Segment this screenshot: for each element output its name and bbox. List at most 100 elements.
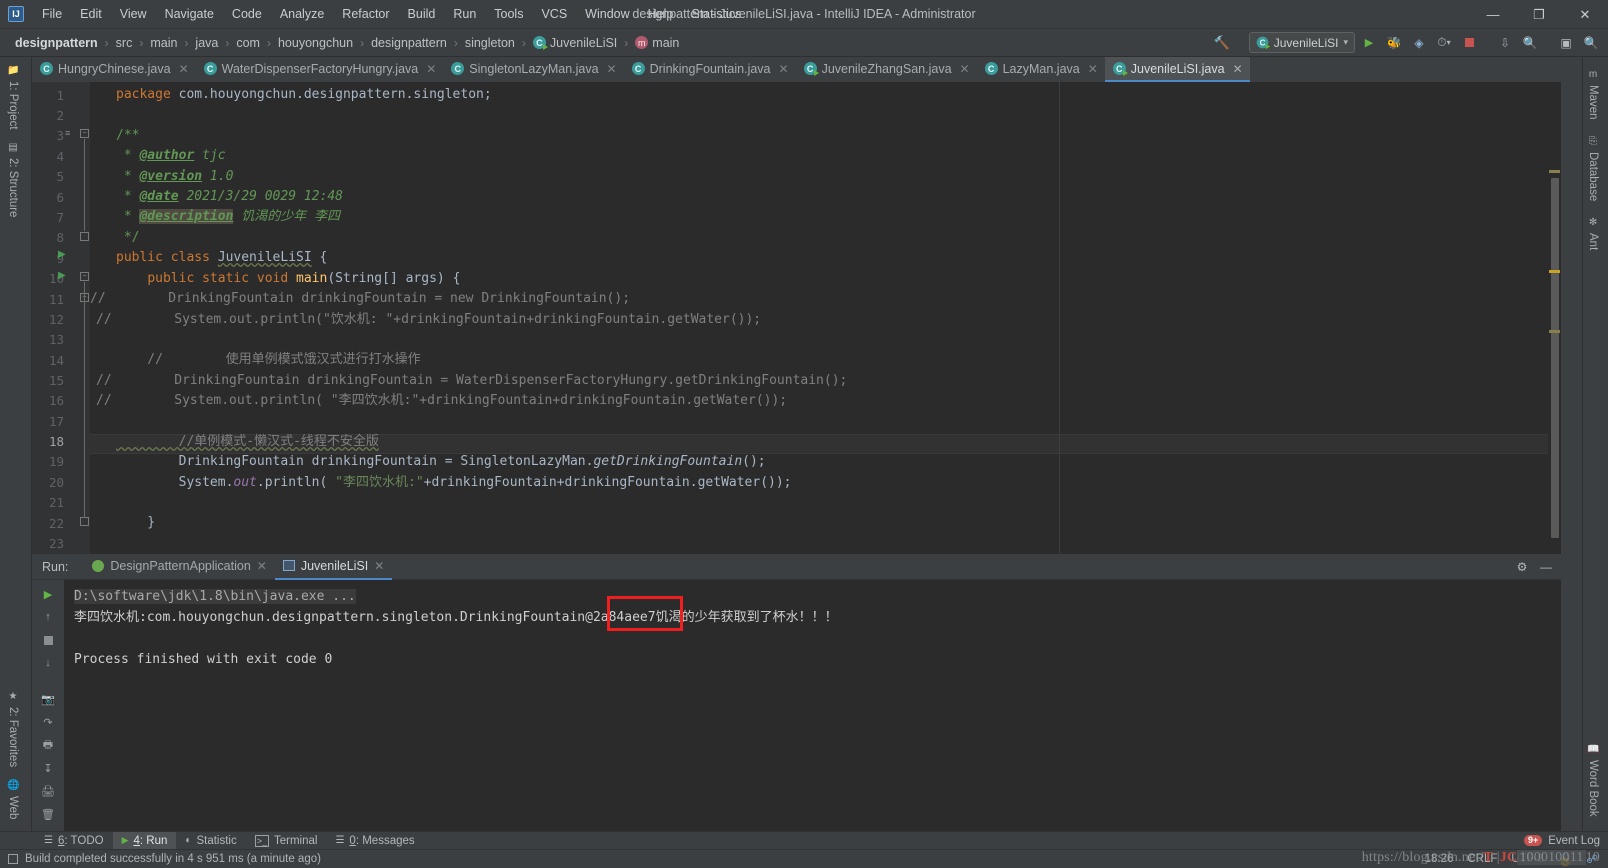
event-log-label[interactable]: Event Log xyxy=(1548,835,1600,847)
breadcrumb-designpattern[interactable]: designpattern xyxy=(12,35,101,51)
run-icon[interactable]: ▶ xyxy=(1358,32,1380,53)
close-icon[interactable]: ✕ xyxy=(1233,62,1243,76)
lock-icon[interactable]: 🔓 xyxy=(1558,852,1572,866)
editor-tab-juvenilezhangsan[interactable]: C JuvenileZhangSan.java ✕ xyxy=(796,57,977,82)
menu-window[interactable]: Window xyxy=(576,3,638,25)
menu-file[interactable]: File xyxy=(33,3,71,25)
close-icon[interactable]: ✕ xyxy=(426,62,436,76)
tab-run[interactable]: ▶ 4: Run xyxy=(112,831,177,850)
search-everywhere-icon[interactable]: 🔍 xyxy=(1519,32,1541,53)
scrollbar-thumb[interactable] xyxy=(1551,178,1559,538)
breadcrumb-designpattern-pkg[interactable]: designpattern xyxy=(368,35,450,51)
menu-code[interactable]: Code xyxy=(223,3,271,25)
sidebar-item-ant[interactable]: ✻ Ant xyxy=(1587,209,1599,258)
export-icon[interactable]: ↧ xyxy=(37,758,59,778)
editor-marker-warning[interactable] xyxy=(1549,330,1560,333)
clear-all-icon[interactable]: 🗑 xyxy=(37,804,59,824)
sidebar-item-database[interactable]: ⎘ Database xyxy=(1587,128,1599,209)
sidebar-item-maven[interactable]: m Maven xyxy=(1587,61,1599,128)
code-editor[interactable]: 1 2 3 4 5 6 7 8 9 10 11 12 13 14 15 16 1… xyxy=(32,82,1561,554)
menu-view[interactable]: View xyxy=(111,3,156,25)
close-icon[interactable]: ✕ xyxy=(960,62,970,76)
editor-tab-waterdispenserfactoryhungry[interactable]: C WaterDispenserFactoryHungry.java ✕ xyxy=(196,57,444,82)
menu-help[interactable]: Help xyxy=(639,3,683,25)
editor-tab-drinkingfountain[interactable]: C DrinkingFountain.java ✕ xyxy=(624,57,796,82)
tab-messages[interactable]: ☰ 0: Messages xyxy=(326,832,423,850)
menu-run[interactable]: Run xyxy=(444,3,485,25)
close-button[interactable]: ✕ xyxy=(1562,0,1608,29)
editor-tab-juvenilelisi[interactable]: C JuvenileLiSI.java ✕ xyxy=(1104,57,1250,82)
run-class-gutter-icon[interactable]: ▶ xyxy=(58,249,66,260)
line-separator[interactable]: CRLF xyxy=(1467,853,1497,865)
close-icon[interactable]: ✕ xyxy=(1088,62,1098,76)
run-tab-designpatternapplication[interactable]: DesignPatternApplication ✕ xyxy=(84,554,274,580)
close-icon[interactable]: ✕ xyxy=(779,62,789,76)
editor-marker-caret[interactable] xyxy=(1549,270,1560,273)
fold-method-icon[interactable]: − xyxy=(80,272,89,281)
close-icon[interactable]: ✕ xyxy=(374,559,384,573)
minimize-button[interactable]: — xyxy=(1470,0,1516,29)
breadcrumb-singleton[interactable]: singleton xyxy=(462,35,518,51)
editor-scrollbar[interactable] xyxy=(1548,82,1561,554)
layout-icon[interactable]: ▣ xyxy=(1555,32,1577,53)
search-icon[interactable]: 🔍 xyxy=(1580,32,1602,53)
soft-wrap-icon[interactable]: ↷ xyxy=(37,712,59,732)
update-app-icon[interactable]: ⇩ xyxy=(1494,32,1516,53)
breadcrumb-method[interactable]: m main xyxy=(632,35,682,51)
hammer-icon[interactable]: 🔨 xyxy=(1211,32,1233,53)
menu-edit[interactable]: Edit xyxy=(71,3,111,25)
menu-statistics[interactable]: Statistics xyxy=(682,3,750,25)
close-icon[interactable]: ✕ xyxy=(179,62,189,76)
tab-terminal[interactable]: >_ Terminal xyxy=(246,832,327,850)
menu-navigate[interactable]: Navigate xyxy=(156,3,223,25)
debug-icon[interactable]: 🐝 xyxy=(1383,32,1405,53)
breadcrumb-java[interactable]: java xyxy=(192,35,221,51)
run-with-coverage-icon[interactable]: ◈ xyxy=(1408,32,1430,53)
editor-gutter[interactable]: 1 2 3 4 5 6 7 8 9 10 11 12 13 14 15 16 1… xyxy=(32,82,90,554)
print-icon[interactable]: 🖶 xyxy=(37,735,59,755)
breadcrumb-com[interactable]: com xyxy=(233,35,263,51)
menu-build[interactable]: Build xyxy=(399,3,445,25)
run-configuration-selector[interactable]: C JuvenileLiSI ▾ xyxy=(1248,32,1355,53)
maximize-button[interactable]: ❐ xyxy=(1516,0,1562,29)
print2-icon[interactable]: 🖨 xyxy=(37,781,59,801)
tab-todo[interactable]: ☰ 6: TODO xyxy=(35,832,113,850)
fold-javadoc-end-icon[interactable] xyxy=(80,232,89,241)
breadcrumb-class[interactable]: C JuvenileLiSI xyxy=(530,35,620,51)
minimize-icon[interactable]: — xyxy=(1535,556,1557,577)
menu-tools[interactable]: Tools xyxy=(485,3,532,25)
sidebar-item-project[interactable]: 📁 1: Project xyxy=(7,59,19,136)
run-method-gutter-icon[interactable]: ▶ xyxy=(58,270,66,281)
breadcrumb-main[interactable]: main xyxy=(147,35,180,51)
menu-vcs[interactable]: VCS xyxy=(532,3,576,25)
rerun-icon[interactable]: ▶ xyxy=(37,584,59,604)
fold-javadoc-icon[interactable]: − xyxy=(80,129,89,138)
sidebar-item-web[interactable]: 🌐 Web xyxy=(7,774,19,825)
editor-marker-warning[interactable] xyxy=(1549,170,1560,173)
menu-analyze[interactable]: Analyze xyxy=(271,3,333,25)
code-content[interactable]: package com.houyongchun.designpattern.si… xyxy=(90,82,1561,554)
camera-icon[interactable]: 📷 xyxy=(37,689,59,709)
gear-icon[interactable]: ⚙ xyxy=(1511,556,1533,577)
profiler-icon[interactable]: ⏱ ▾ xyxy=(1433,32,1455,53)
menu-refactor[interactable]: Refactor xyxy=(333,3,398,25)
editor-tab-singletonlazyman[interactable]: C SingletonLazyMan.java ✕ xyxy=(443,57,623,82)
run-tab-juvenilelisi[interactable]: JuvenileLiSI ✕ xyxy=(274,554,393,580)
tab-statistic[interactable]: ◐ Statistic xyxy=(176,832,245,850)
editor-tab-lazyman[interactable]: C LazyMan.java ✕ xyxy=(977,57,1105,82)
console-output[interactable]: D:\software\jdk\1.8\bin\java.exe ... 李四饮… xyxy=(64,580,1561,831)
breadcrumb-houyongchun[interactable]: houyongchun xyxy=(275,35,356,51)
git-branch-icon[interactable]: ☍ xyxy=(1586,852,1598,866)
stop-icon[interactable] xyxy=(37,630,59,650)
breadcrumb-src[interactable]: src xyxy=(113,35,136,51)
stop-icon[interactable] xyxy=(1458,32,1480,53)
fold-method-end-icon[interactable] xyxy=(80,517,89,526)
sidebar-item-structure[interactable]: ▤ 2: Structure xyxy=(7,136,19,223)
editor-tab-hungrychinese[interactable]: C HungryChinese.java ✕ xyxy=(32,57,196,82)
scroll-up-icon[interactable]: ↑ xyxy=(37,607,59,627)
close-icon[interactable]: ✕ xyxy=(607,62,617,76)
sidebar-item-favorites[interactable]: ★ 2: Favorites xyxy=(7,685,19,773)
file-encoding[interactable]: UTF-8 xyxy=(1511,853,1544,865)
sidebar-item-word-book[interactable]: 📖 Word Book xyxy=(1587,736,1599,825)
scroll-down-icon[interactable]: ↓ xyxy=(37,653,59,673)
